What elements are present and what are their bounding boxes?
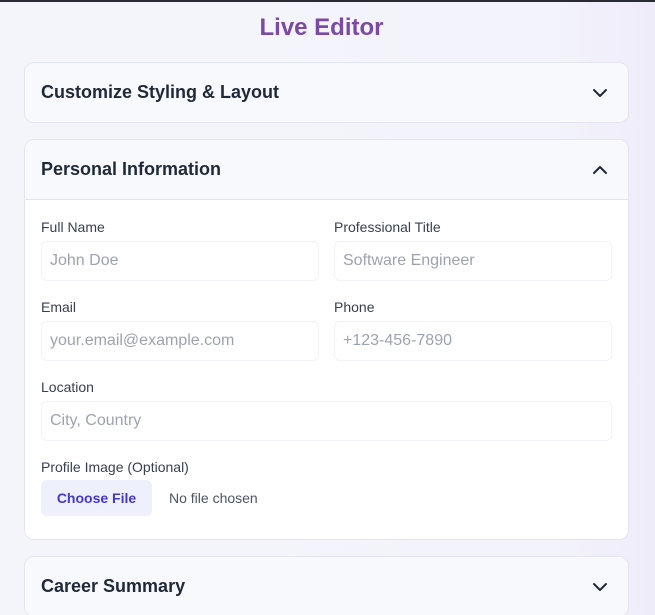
choose-file-button[interactable]: Choose File [41, 480, 152, 516]
panel-header-career-summary[interactable]: Career Summary [25, 557, 628, 615]
panel-header-customize-styling[interactable]: Customize Styling & Layout [25, 63, 628, 122]
panel-title: Customize Styling & Layout [41, 82, 280, 102]
profile-image-label: Profile Image (Optional) [41, 459, 189, 475]
personal-information-form: Full Name Professional Title Email Phone… [25, 199, 628, 539]
live-editor-window: Live Editor Customize Styling & Layout P… [0, 0, 655, 615]
panel-title: Personal Information [41, 159, 222, 179]
page-title: Live Editor [259, 14, 384, 41]
professional-title-label: Professional Title [334, 219, 441, 235]
location-label: Location [41, 379, 94, 395]
file-status-text: No file chosen [169, 490, 258, 506]
phone-field[interactable] [334, 321, 612, 361]
phone-label: Phone [334, 299, 375, 315]
location-input[interactable] [41, 401, 612, 441]
panel-title: Career Summary [41, 576, 186, 596]
chevron-down-icon[interactable] [590, 577, 610, 597]
email-label: Email [41, 299, 77, 315]
full-name-label: Full Name [41, 219, 105, 235]
full-name-input[interactable] [41, 241, 319, 281]
panel-customize-styling: Customize Styling & Layout [24, 62, 629, 123]
chevron-up-icon[interactable] [590, 160, 610, 180]
chevron-down-icon[interactable] [590, 83, 610, 103]
professional-title-input[interactable] [334, 241, 612, 281]
panel-career-summary: Career Summary [24, 556, 629, 615]
email-field[interactable] [41, 321, 319, 361]
panel-header-personal-information[interactable]: Personal Information [25, 140, 628, 199]
panel-personal-information: Personal Information Full Name Professio… [24, 139, 629, 540]
